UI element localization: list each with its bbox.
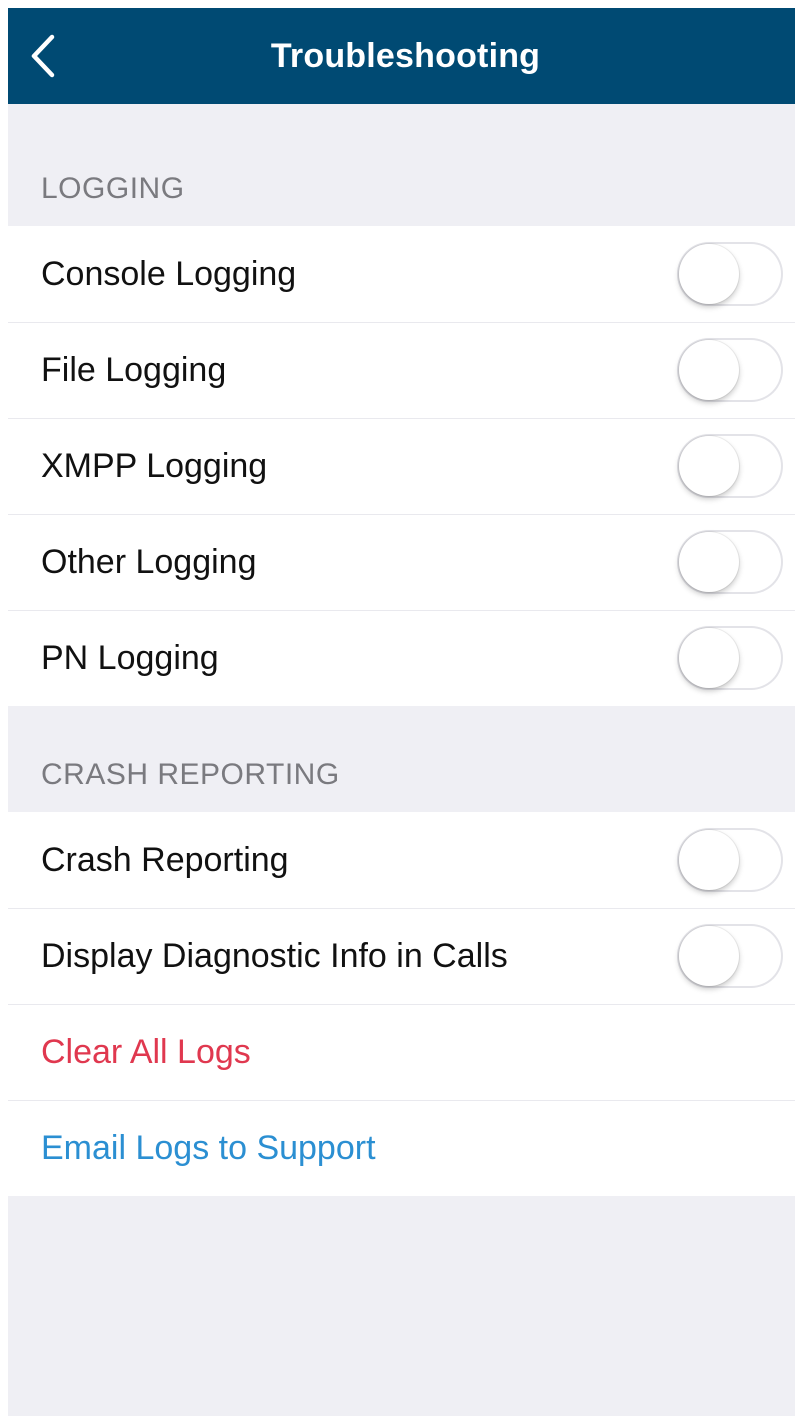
crash-reporting-label: Crash Reporting	[41, 840, 289, 879]
crash-reporting-row: Crash Reporting	[8, 812, 795, 908]
xmpp-logging-label: XMPP Logging	[41, 446, 268, 485]
chevron-left-icon	[31, 34, 55, 78]
email-logs-label: Email Logs to Support	[41, 1128, 376, 1167]
crash-reporting-toggle[interactable]	[677, 828, 783, 892]
console-logging-label: Console Logging	[41, 254, 297, 293]
email-logs-button[interactable]: Email Logs to Support	[8, 1100, 795, 1196]
section-header-logging: LOGGING	[41, 172, 185, 205]
toggle-knob	[679, 628, 739, 688]
file-logging-row: File Logging	[8, 322, 795, 418]
xmpp-logging-toggle[interactable]	[677, 434, 783, 498]
toggle-knob	[679, 436, 739, 496]
diagnostic-info-toggle[interactable]	[677, 924, 783, 988]
pn-logging-toggle[interactable]	[677, 626, 783, 690]
navigation-bar: Troubleshooting	[8, 8, 795, 104]
other-logging-row: Other Logging	[8, 514, 795, 610]
xmpp-logging-row: XMPP Logging	[8, 418, 795, 514]
file-logging-label: File Logging	[41, 350, 227, 389]
pn-logging-label: PN Logging	[41, 638, 219, 677]
diagnostic-info-label: Display Diagnostic Info in Calls	[41, 936, 508, 975]
toggle-knob	[679, 532, 739, 592]
diagnostic-info-row: Display Diagnostic Info in Calls	[8, 908, 795, 1004]
other-logging-label: Other Logging	[41, 542, 257, 581]
clear-all-logs-button[interactable]: Clear All Logs	[8, 1004, 795, 1100]
file-logging-toggle[interactable]	[677, 338, 783, 402]
console-logging-row: Console Logging	[8, 226, 795, 322]
logging-group: Console Logging File Logging XMPP Loggin…	[8, 226, 795, 706]
toggle-knob	[679, 830, 739, 890]
toggle-knob	[679, 340, 739, 400]
crash-reporting-group: Crash Reporting Display Diagnostic Info …	[8, 812, 795, 1196]
toggle-knob	[679, 244, 739, 304]
back-button[interactable]	[28, 26, 88, 86]
console-logging-toggle[interactable]	[677, 242, 783, 306]
troubleshooting-screen: Troubleshooting LOGGING Console Logging …	[8, 8, 795, 1416]
toggle-knob	[679, 926, 739, 986]
other-logging-toggle[interactable]	[677, 530, 783, 594]
section-header-crash-reporting: CRASH REPORTING	[41, 758, 340, 791]
pn-logging-row: PN Logging	[8, 610, 795, 706]
clear-all-logs-label: Clear All Logs	[41, 1032, 251, 1071]
page-title: Troubleshooting	[270, 37, 541, 75]
